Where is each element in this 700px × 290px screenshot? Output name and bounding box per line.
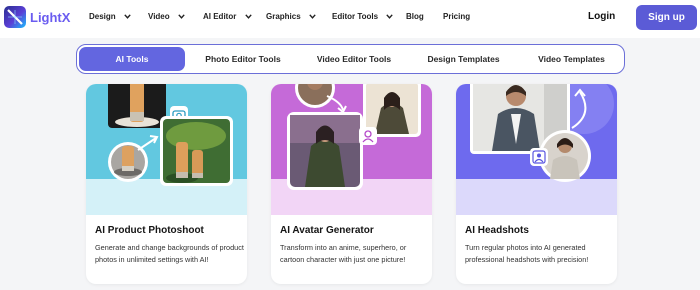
feature-card-avatar-generator[interactable]: AI Avatar Generator Transform into an an… bbox=[271, 84, 432, 284]
tab-design-templates[interactable]: Design Templates bbox=[412, 47, 515, 71]
chevron-down-icon bbox=[309, 14, 316, 20]
nav-item-design[interactable]: Design bbox=[89, 12, 131, 21]
chevron-down-icon bbox=[386, 14, 394, 20]
feature-card-headshots[interactable]: AI Headshots Turn regular photos into AI… bbox=[456, 84, 617, 284]
tab-video-templates[interactable]: Video Templates bbox=[523, 47, 620, 71]
nav-label: Graphics bbox=[266, 12, 301, 21]
feature-card-product-photoshoot[interactable]: AI Product Photoshoot Generate and chang… bbox=[86, 84, 247, 284]
category-tabs: AI Tools Photo Editor Tools Video Editor… bbox=[76, 44, 625, 74]
top-nav-bar: LightX Design Video AI Editor Graphics E… bbox=[0, 0, 700, 38]
product-photoshoot-illustration bbox=[86, 84, 247, 215]
card-title: AI Headshots bbox=[465, 225, 529, 236]
chevron-down-icon bbox=[178, 14, 185, 20]
brand-name[interactable]: LightX bbox=[30, 10, 70, 25]
nav-label: Editor Tools bbox=[332, 12, 379, 21]
nav-item-editor-tools[interactable]: Editor Tools bbox=[332, 12, 394, 21]
card-description: Turn regular photos into AI generated pr… bbox=[465, 243, 589, 264]
nav-label: Pricing bbox=[443, 12, 471, 21]
nav-item-blog[interactable]: Blog bbox=[406, 12, 424, 21]
nav-label: Video bbox=[148, 12, 170, 21]
tab-video-editor-tools[interactable]: Video Editor Tools bbox=[302, 47, 406, 71]
lightx-logo-icon[interactable] bbox=[4, 6, 26, 28]
nav-item-pricing[interactable]: Pricing bbox=[443, 12, 470, 21]
headshots-illustration bbox=[456, 84, 617, 215]
nav-label: Design bbox=[89, 12, 116, 21]
nav-label: Blog bbox=[406, 12, 424, 21]
avatar-generator-illustration bbox=[271, 84, 432, 215]
tab-photo-editor-tools[interactable]: Photo Editor Tools bbox=[192, 47, 294, 71]
card-title: AI Product Photoshoot bbox=[95, 225, 204, 236]
signup-button[interactable]: Sign up bbox=[636, 5, 697, 30]
card-description: Generate and change backgrounds of produ… bbox=[95, 243, 244, 264]
nav-label: AI Editor bbox=[203, 12, 237, 21]
tab-ai-tools[interactable]: AI Tools bbox=[79, 47, 185, 71]
chevron-down-icon bbox=[244, 14, 252, 20]
nav-item-graphics[interactable]: Graphics bbox=[266, 12, 316, 21]
card-title: AI Avatar Generator bbox=[280, 225, 374, 236]
nav-item-video[interactable]: Video bbox=[148, 12, 185, 21]
card-description: Transform into an anime, superhero, or c… bbox=[280, 243, 407, 264]
chevron-down-icon bbox=[124, 14, 131, 20]
login-link[interactable]: Login bbox=[588, 11, 615, 22]
nav-item-ai-editor[interactable]: AI Editor bbox=[203, 12, 252, 21]
